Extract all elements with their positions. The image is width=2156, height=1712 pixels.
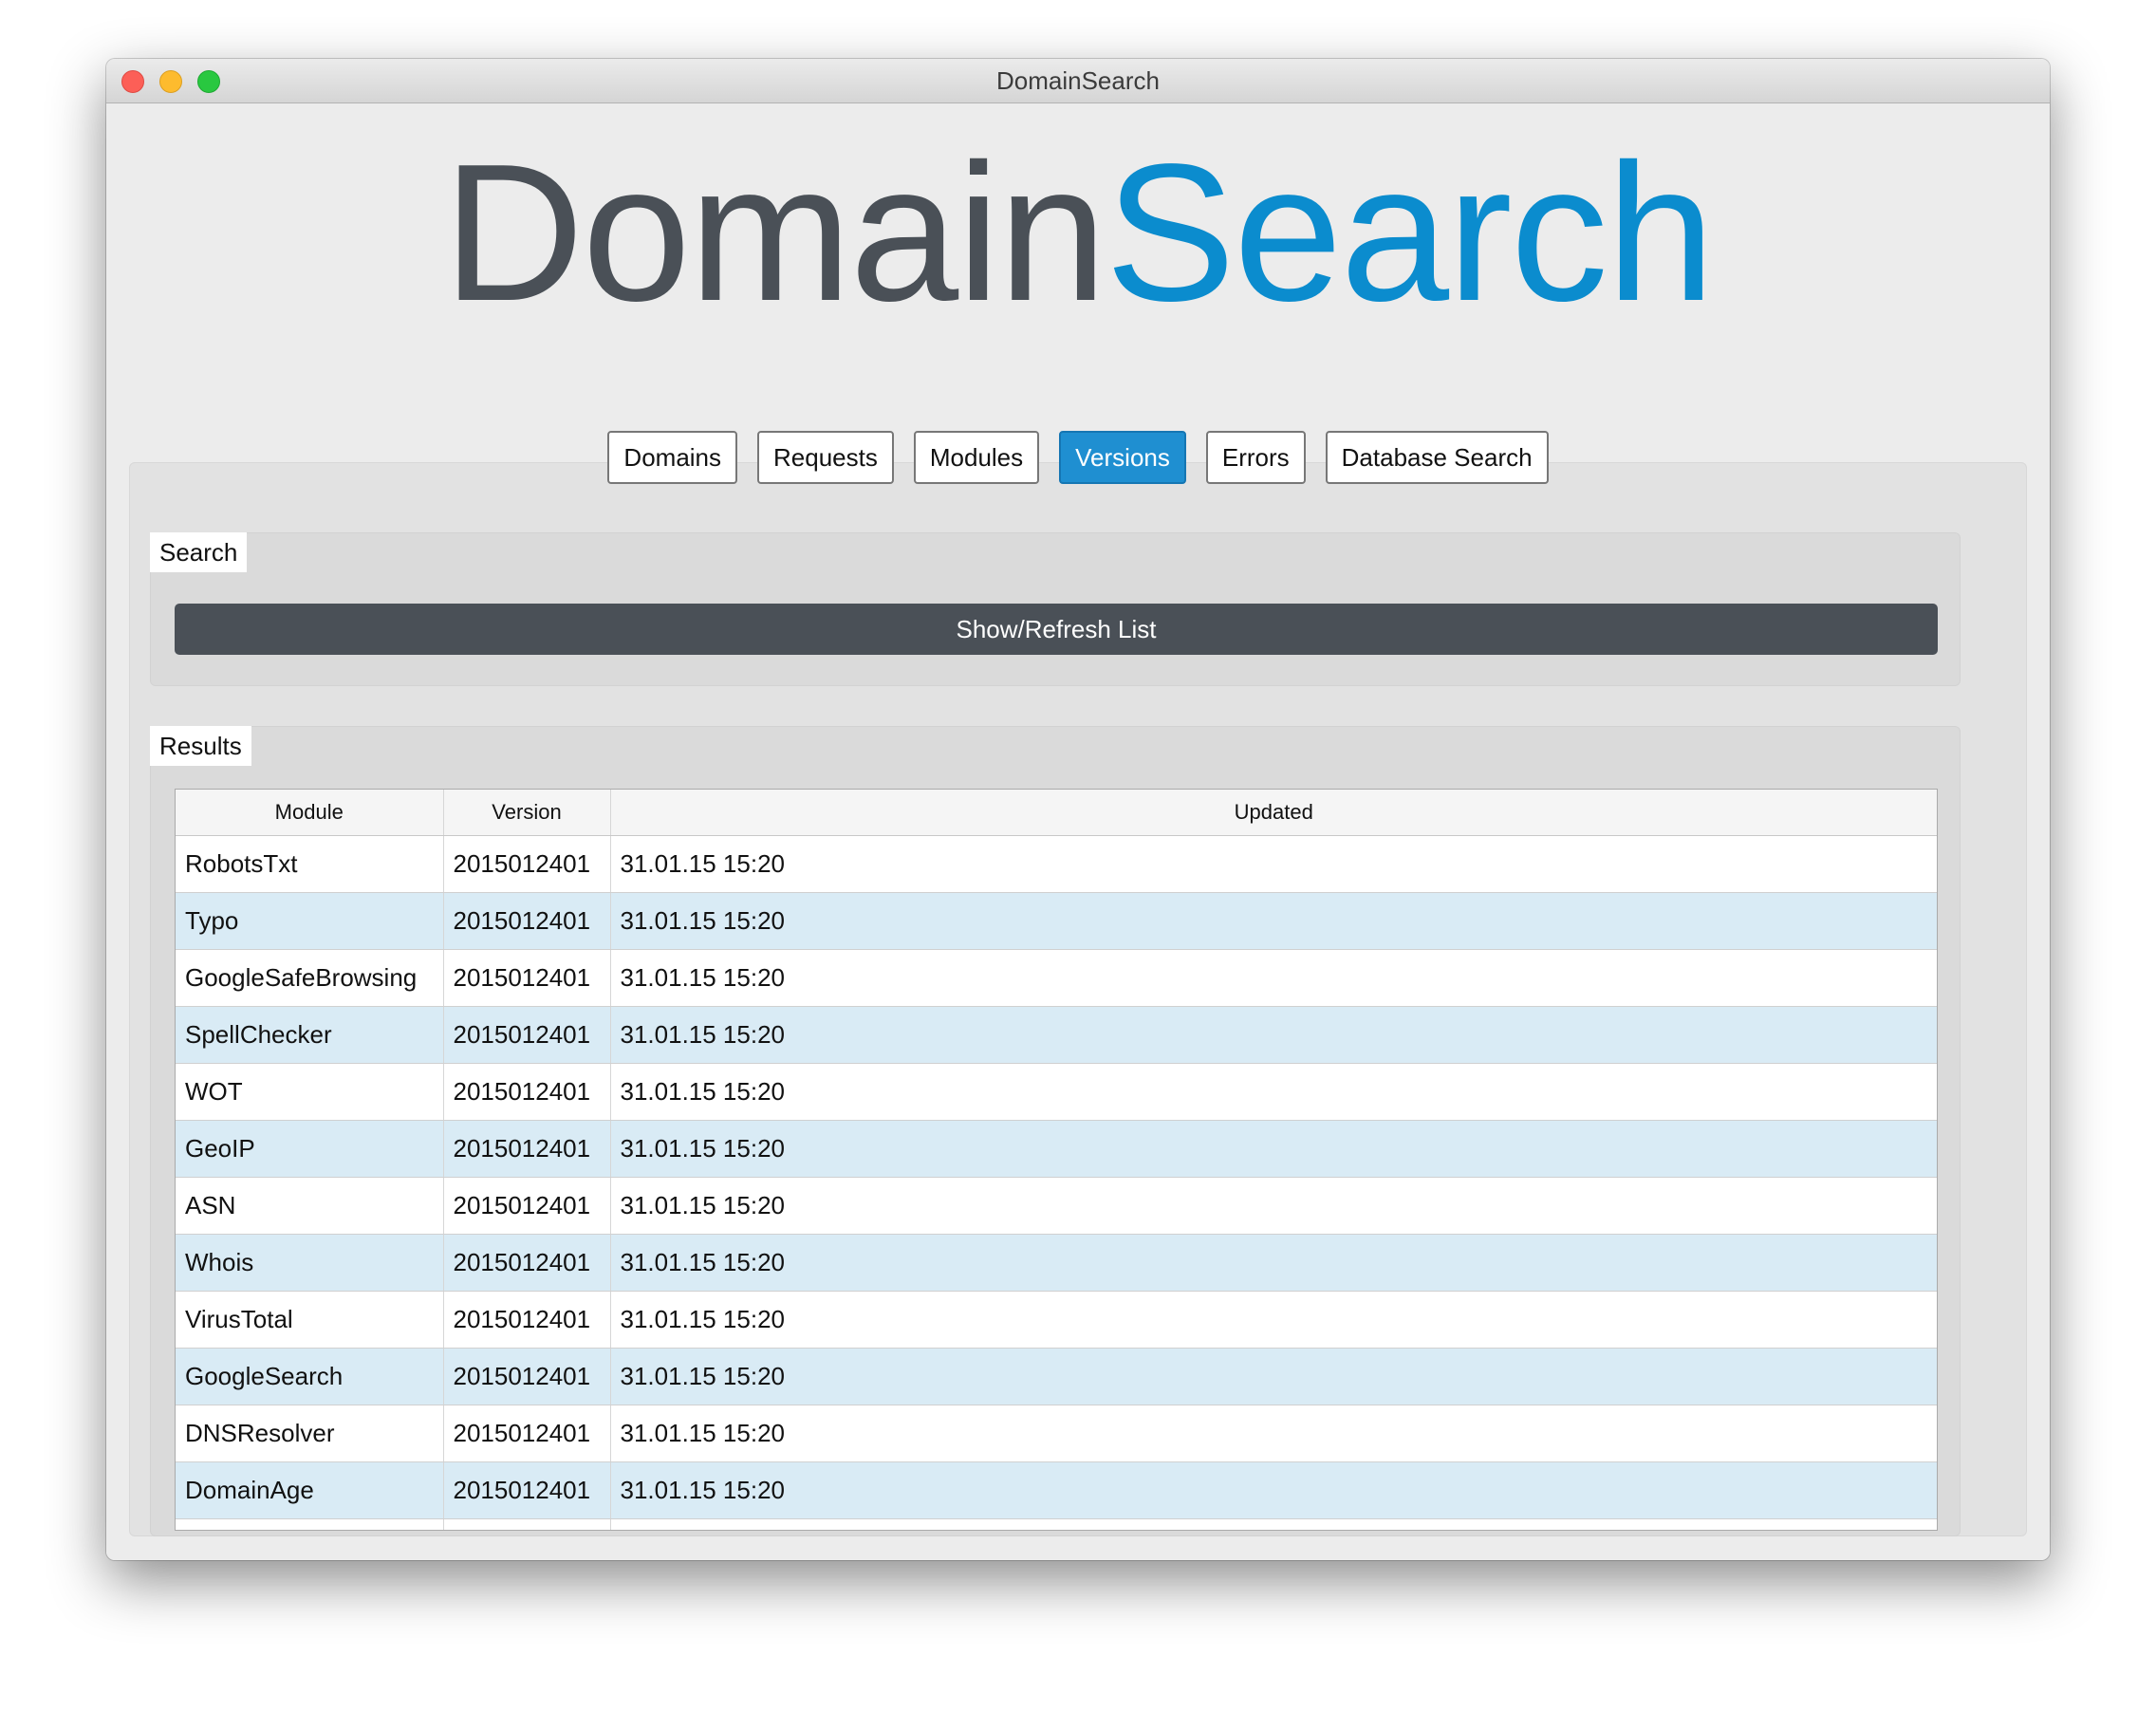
table-row[interactable]: ASN 2015012401 31.01.15 15:20 [176, 1177, 1937, 1235]
cell-updated: 31.01.15 15:20 [610, 892, 1937, 950]
app-window: DomainSearch DomainSearch Domains Request… [106, 59, 2050, 1560]
cell-version: 2015012401 [443, 1291, 611, 1349]
cell-updated: 31.01.15 15:20 [610, 1405, 1937, 1462]
column-header-updated[interactable]: Updated [610, 790, 1937, 836]
table-row[interactable]: SpellChecker 2015012401 31.01.15 15:20 [176, 1006, 1937, 1064]
cell-module: VirusTotal [176, 1291, 444, 1349]
cell-updated: 31.01.15 15:20 [610, 1291, 1937, 1349]
cell-updated: 31.01.15 15:20 [610, 1348, 1937, 1405]
table-row[interactable]: WOT 2015012401 31.01.15 15:20 [176, 1063, 1937, 1121]
search-group-label: Search [150, 532, 248, 572]
table-row[interactable]: GoogleSafeBrowsing 2015012401 31.01.15 15:… [176, 949, 1937, 1007]
cell-updated [610, 1518, 1937, 1530]
app-logo: DomainSearch [106, 135, 2050, 330]
cell-version: 2015012401 [443, 892, 611, 950]
tab-requests[interactable]: Requests [757, 431, 894, 484]
cell-module: GoogleSearch [176, 1348, 444, 1405]
cell-module: RobotsTxt [176, 835, 444, 893]
table-row[interactable]: Typo 2015012401 31.01.15 15:20 [176, 892, 1937, 950]
cell-version [443, 1518, 611, 1530]
cell-version: 2015012401 [443, 1063, 611, 1121]
cell-version: 2015012401 [443, 1177, 611, 1235]
cell-module: GoogleSafeBrowsing [176, 949, 444, 1007]
title-bar[interactable]: DomainSearch [106, 59, 2050, 103]
table-row[interactable]: Whois 2015012401 31.01.15 15:20 [176, 1234, 1937, 1292]
table-row[interactable] [176, 1518, 1937, 1530]
tab-versions[interactable]: Versions [1059, 431, 1186, 484]
cell-updated: 31.01.15 15:20 [610, 1234, 1937, 1292]
tab-domains[interactable]: Domains [607, 431, 738, 484]
cell-updated: 31.01.15 15:20 [610, 1006, 1937, 1064]
table-row[interactable]: DomainAge 2015012401 31.01.15 15:20 [176, 1461, 1937, 1519]
tab-modules[interactable]: Modules [913, 431, 1040, 484]
cell-version: 2015012401 [443, 1234, 611, 1292]
cell-version: 2015012401 [443, 949, 611, 1007]
table-row[interactable]: DNSResolver 2015012401 31.01.15 15:20 [176, 1405, 1937, 1462]
tab-database-search[interactable]: Database Search [1325, 431, 1549, 484]
cell-module: Typo [176, 892, 444, 950]
cell-version: 2015012401 [443, 835, 611, 893]
column-header-version[interactable]: Version [443, 790, 611, 836]
cell-version: 2015012401 [443, 1461, 611, 1519]
cell-module: Whois [176, 1234, 444, 1292]
results-table: Module Version Updated RobotsTxt 20150124… [176, 790, 1937, 1530]
cell-version: 2015012401 [443, 1120, 611, 1178]
cell-updated: 31.01.15 15:20 [610, 949, 1937, 1007]
cell-version: 2015012401 [443, 1405, 611, 1462]
cell-module: ASN [176, 1177, 444, 1235]
cell-module: SpellChecker [176, 1006, 444, 1064]
tab-bar: Domains Requests Modules Versions Errors Data… [106, 431, 2050, 484]
cell-updated: 31.01.15 15:20 [610, 1177, 1937, 1235]
results-group: Results Module Version Updated RobotsTxt… [150, 726, 1961, 1536]
results-table-container[interactable]: Module Version Updated RobotsTxt 20150124… [175, 789, 1938, 1531]
logo-text-domain: Domain [442, 123, 1107, 342]
cell-updated: 31.01.15 15:20 [610, 835, 1937, 893]
show-refresh-list-button[interactable]: Show/Refresh List [175, 604, 1938, 655]
cell-version: 2015012401 [443, 1348, 611, 1405]
cell-version: 2015012401 [443, 1006, 611, 1064]
cell-module: DNSResolver [176, 1405, 444, 1462]
table-row[interactable]: GeoIP 2015012401 31.01.15 15:20 [176, 1120, 1937, 1178]
results-table-body: RobotsTxt 2015012401 31.01.15 15:20 Typo 201… [176, 835, 1937, 1530]
table-row[interactable]: RobotsTxt 2015012401 31.01.15 15:20 [176, 835, 1937, 893]
cell-module: WOT [176, 1063, 444, 1121]
tab-errors[interactable]: Errors [1205, 431, 1306, 484]
main-content: DomainSearch Domains Requests Modules Versi… [106, 103, 2050, 1560]
results-group-label: Results [150, 726, 251, 766]
window-title: DomainSearch [996, 66, 1160, 95]
table-row[interactable]: VirusTotal 2015012401 31.01.15 15:20 [176, 1291, 1937, 1349]
search-group: Search Show/Refresh List [150, 532, 1961, 686]
cell-updated: 31.01.15 15:20 [610, 1063, 1937, 1121]
table-header-row: Module Version Updated [176, 790, 1937, 836]
cell-updated: 31.01.15 15:20 [610, 1461, 1937, 1519]
cell-module [176, 1518, 444, 1530]
cell-module: GeoIP [176, 1120, 444, 1178]
table-row[interactable]: GoogleSearch 2015012401 31.01.15 15:20 [176, 1348, 1937, 1405]
column-header-module[interactable]: Module [176, 790, 444, 836]
logo-text-search: Search [1105, 123, 1716, 342]
cell-module: DomainAge [176, 1461, 444, 1519]
cell-updated: 31.01.15 15:20 [610, 1120, 1937, 1178]
